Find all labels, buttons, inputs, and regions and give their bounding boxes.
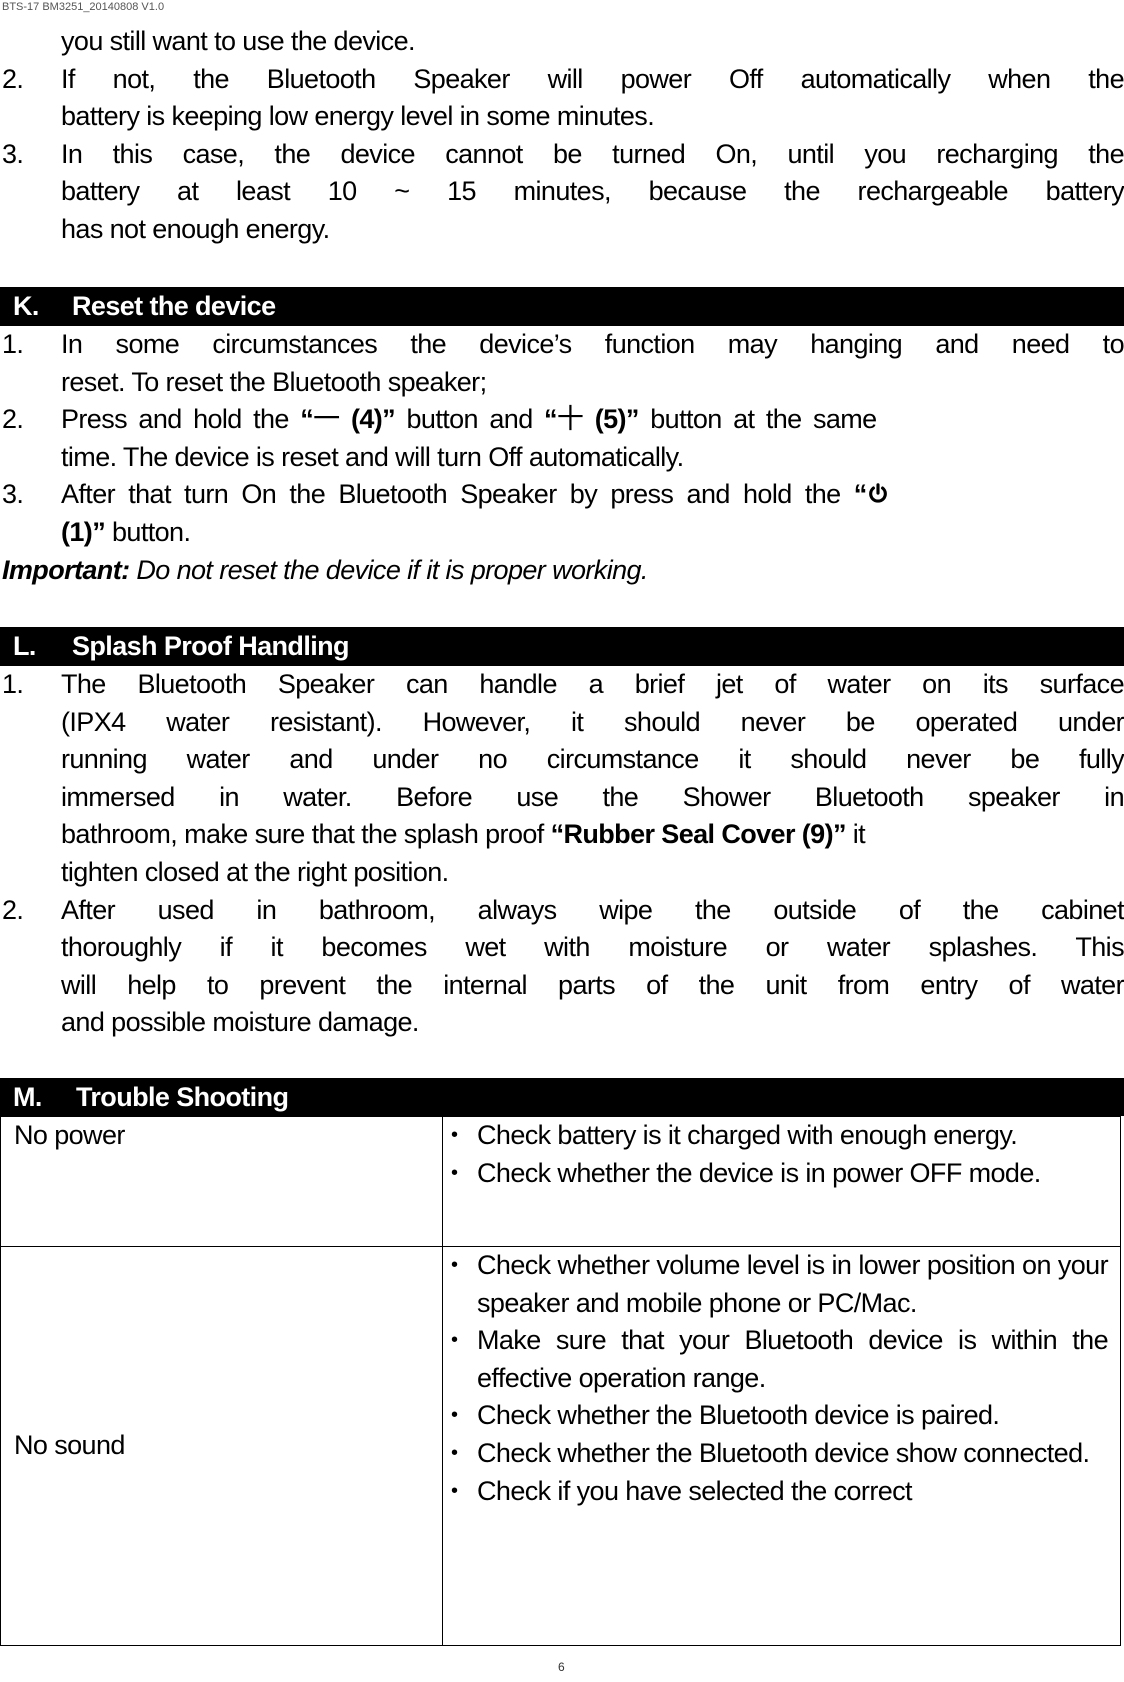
document-id: BTS-17 BM3251_20140808 V1.0 [2,1,165,13]
power-icon [868,483,887,503]
reset-step-1: 1. In some circumstances the device’s fu… [2,329,1124,359]
solution-item: • Make sure that your Bluetooth device is… [451,1322,1109,1397]
bullet-icon: • [451,1479,458,1502]
reset-step-3: 3. After that turn On the Bluetooth Spea… [0,476,1124,514]
intro-line: you still want to use the device. [61,26,416,56]
power-button-ref: (1)” [61,517,106,547]
solution-item: • Check battery is it charged with enough… [451,1117,1108,1155]
splash-item-2-cont: thoroughly if it becomes wet with moistu… [61,932,1124,963]
reset-step-2: 2. Press and hold the “一 (4)” button and… [0,401,1124,439]
reset-step-2-cont: time. The device is reset and will turn … [61,441,684,472]
intro-line: battery is keeping low energy level in s… [61,101,655,132]
splash-item-1: 1. The Bluetooth Speaker can handle a br… [2,669,1124,699]
solution-item: • Check whether the Bluetooth device show… [451,1435,1108,1473]
splash-item-2: 2. After used in bathroom, always wipe t… [2,894,1124,925]
splash-item-1-cont: bathroom, make sure that the splash proo… [61,819,866,850]
important-label: Important: [2,554,130,585]
splash-item-2-cont: will help to prevent the internal parts … [61,969,1124,1000]
bullet-icon: • [451,1254,458,1276]
solution-item: • Check if you have selected the correct [451,1473,1108,1511]
bullet-icon: • [451,1161,458,1184]
table-row: No sound • Check whether volume level is … [0,1246,1121,1646]
section-header-splash-proof: L. Splash Proof Handling [0,627,1124,666]
table-row: No power • Check battery is it charged wi… [0,1116,1121,1247]
splash-item-2-cont: and possible moisture damage. [61,1007,419,1038]
solution-item: • Check whether the device is in power OF… [451,1155,1108,1193]
solution-item: • Check whether volume level is in lower … [451,1247,1109,1322]
intro-line: 2. If not, the Bluetooth Speaker will po… [2,63,1124,94]
bullet-icon: • [451,1329,458,1352]
problem-cell: No power [0,1116,443,1247]
splash-item-1-cont: immersed in water. Before use the Shower… [61,781,1124,812]
page-number: 6 [558,1660,565,1674]
minus-icon: 一 [313,404,340,435]
trouble-shooting-table: No power • Check battery is it charged wi… [0,1116,1121,1646]
splash-item-1-cont: running water and under no circumstance … [61,744,1124,775]
minus-button-ref: “一 (4)” [300,404,395,434]
problem-cell: No sound [0,1246,443,1646]
plus-button-ref: “十 (5)” [544,404,639,434]
rubber-seal-cover-ref: “Rubber Seal Cover (9)” [550,819,847,850]
bullet-icon: • [451,1124,458,1146]
solution-item: • Check whether the Bluetooth device is p… [451,1397,1108,1435]
reset-step-3-cont: (1)” button. [61,517,191,547]
reset-step-1-cont: reset. To reset the Bluetooth speaker; [61,366,487,397]
intro-line: has not enough energy. [61,214,330,244]
bullet-icon: • [451,1441,458,1464]
plus-icon: 十 [556,404,584,435]
important-note: Important: Do not reset the device if it… [2,554,648,585]
intro-line: 3. In this case, the device cannot be tu… [2,138,1124,169]
bullet-icon: • [451,1404,458,1427]
solutions-cell: • Check battery is it charged with enough… [442,1116,1121,1247]
splash-item-1-cont: tighten closed at the right position. [61,857,449,887]
section-header-reset: K. Reset the device [0,287,1124,326]
intro-line: battery at least 10 ~ 15 minutes, becaus… [61,176,1124,207]
solutions-cell: • Check whether volume level is in lower … [442,1246,1121,1646]
section-header-trouble-shooting: M. Trouble Shooting [0,1078,1124,1116]
splash-item-1-cont: (IPX4 water resistant). However, it shou… [61,706,1124,737]
